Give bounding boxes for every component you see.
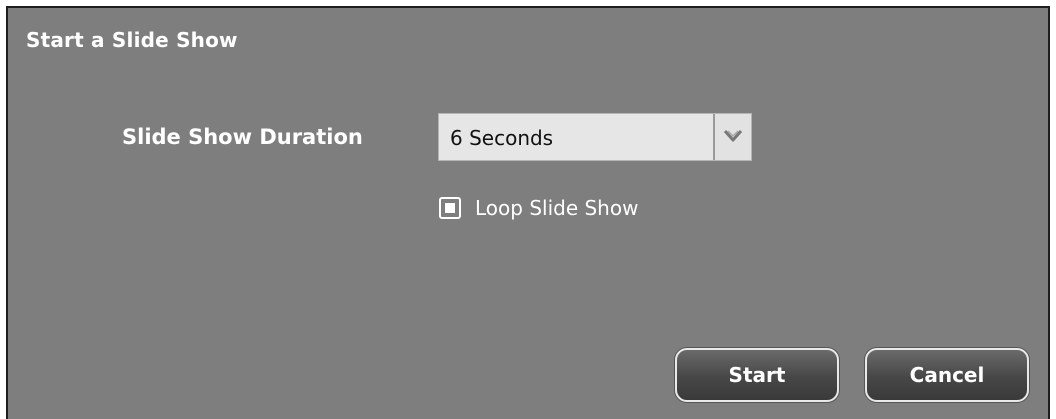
dropdown-button[interactable]	[713, 114, 751, 160]
cancel-button[interactable]: Cancel	[865, 348, 1029, 402]
slide-show-duration-label: Slide Show Duration	[122, 125, 363, 149]
duration-selected-value: 6 Seconds	[450, 126, 554, 150]
chevron-down-icon	[723, 130, 743, 142]
slide-show-dialog: Start a Slide Show Slide Show Duration 6…	[6, 6, 1050, 419]
checkbox-checked-mark	[445, 203, 455, 213]
dialog-title: Start a Slide Show	[26, 28, 238, 52]
loop-slide-show-checkbox[interactable]	[439, 197, 461, 219]
slide-show-duration-select[interactable]: 6 Seconds	[438, 113, 752, 161]
start-button[interactable]: Start	[675, 348, 839, 402]
loop-slide-show-label[interactable]: Loop Slide Show	[475, 196, 638, 220]
